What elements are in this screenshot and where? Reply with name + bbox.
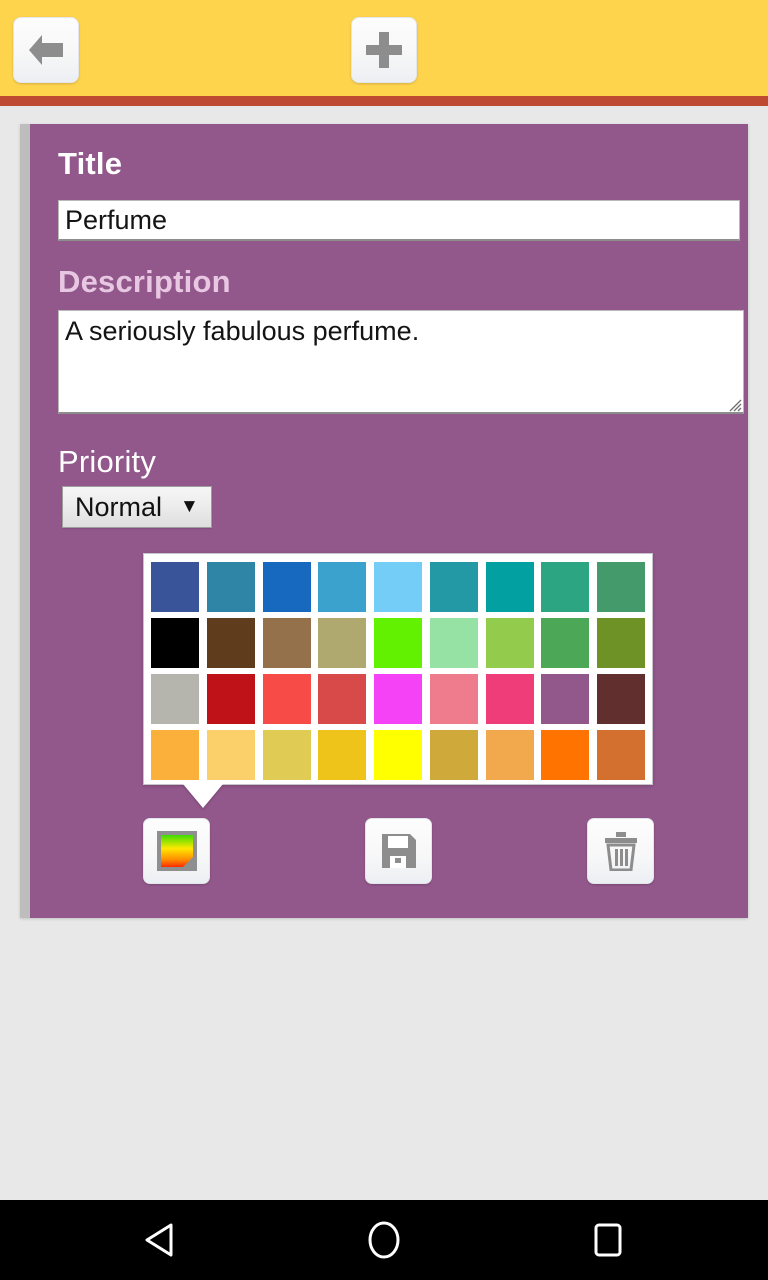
color-swatch[interactable] xyxy=(262,562,311,612)
color-swatch[interactable] xyxy=(206,618,255,668)
color-swatch[interactable] xyxy=(374,730,422,780)
color-swatch[interactable] xyxy=(541,618,590,668)
color-swatch[interactable] xyxy=(541,730,590,780)
delete-button[interactable] xyxy=(587,818,654,884)
toolbar-divider xyxy=(0,96,768,106)
palette-row xyxy=(151,618,645,668)
navbar-recents-button[interactable] xyxy=(528,1200,688,1280)
color-swatch[interactable] xyxy=(206,562,255,612)
color-swatch[interactable] xyxy=(597,674,645,724)
description-input[interactable] xyxy=(58,310,744,414)
trash-icon xyxy=(604,832,637,871)
color-swatch[interactable] xyxy=(318,674,367,724)
priority-label: Priority xyxy=(58,444,157,479)
note-card-shadow: Title Description Priority Normal ▼ xyxy=(20,124,748,918)
color-swatch[interactable] xyxy=(318,618,367,668)
note-card: Title Description Priority Normal ▼ xyxy=(30,124,748,918)
color-swatch[interactable] xyxy=(429,562,478,612)
save-button[interactable] xyxy=(365,818,432,884)
color-picker-button[interactable] xyxy=(143,818,210,884)
color-swatch-icon xyxy=(156,831,197,871)
arrow-left-icon xyxy=(29,35,63,65)
color-swatch[interactable] xyxy=(374,562,422,612)
color-swatch[interactable] xyxy=(597,730,645,780)
priority-select[interactable]: Normal ▼ xyxy=(62,486,212,528)
palette-row xyxy=(151,562,645,612)
color-swatch[interactable] xyxy=(206,674,255,724)
color-palette-popup[interactable] xyxy=(143,553,653,785)
title-label: Title xyxy=(58,146,123,181)
palette-pointer xyxy=(183,784,223,808)
android-navbar xyxy=(0,1200,768,1280)
description-label: Description xyxy=(58,264,231,299)
palette-row xyxy=(151,730,645,780)
floppy-disk-icon xyxy=(381,834,416,868)
color-swatch[interactable] xyxy=(262,730,311,780)
triangle-back-icon xyxy=(145,1223,173,1257)
color-swatch[interactable] xyxy=(262,674,311,724)
color-swatch[interactable] xyxy=(485,674,534,724)
top-toolbar xyxy=(0,0,768,96)
title-input[interactable] xyxy=(58,200,740,241)
color-swatch[interactable] xyxy=(318,562,367,612)
color-swatch[interactable] xyxy=(541,562,590,612)
color-swatch[interactable] xyxy=(429,618,478,668)
color-swatch[interactable] xyxy=(429,674,478,724)
color-swatch[interactable] xyxy=(206,730,255,780)
palette-row xyxy=(151,674,645,724)
color-swatch[interactable] xyxy=(429,730,478,780)
back-button[interactable] xyxy=(13,17,79,83)
app-root: Title Description Priority Normal ▼ xyxy=(0,0,768,1280)
color-swatch[interactable] xyxy=(485,618,534,668)
chevron-down-icon: ▼ xyxy=(180,496,199,517)
color-swatch[interactable] xyxy=(151,730,199,780)
color-swatch[interactable] xyxy=(318,730,367,780)
color-swatch[interactable] xyxy=(374,618,422,668)
navbar-back-button[interactable] xyxy=(80,1200,240,1280)
color-swatch[interactable] xyxy=(485,562,534,612)
color-swatch[interactable] xyxy=(597,562,645,612)
color-swatch[interactable] xyxy=(485,730,534,780)
circle-home-icon xyxy=(368,1221,400,1259)
color-swatch[interactable] xyxy=(262,618,311,668)
priority-selected-value: Normal xyxy=(75,491,163,522)
color-swatch[interactable] xyxy=(597,618,645,668)
color-swatch[interactable] xyxy=(151,618,199,668)
color-swatch[interactable] xyxy=(151,674,199,724)
color-swatch[interactable] xyxy=(374,674,422,724)
add-button[interactable] xyxy=(351,17,417,83)
navbar-home-button[interactable] xyxy=(304,1200,464,1280)
square-recents-icon xyxy=(594,1223,622,1257)
color-swatch[interactable] xyxy=(541,674,590,724)
plus-icon xyxy=(366,32,402,68)
color-swatch[interactable] xyxy=(151,562,199,612)
